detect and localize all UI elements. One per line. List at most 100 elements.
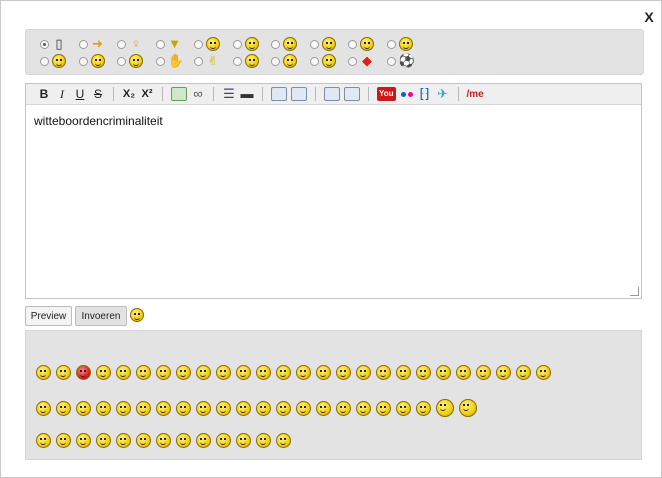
post-icon-option[interactable]: [271, 53, 310, 69]
smiley-icon[interactable]: [36, 365, 51, 380]
smiley-icon[interactable]: [116, 365, 131, 380]
post-icon-option[interactable]: [232, 53, 272, 69]
smiley-icon[interactable]: [176, 400, 191, 416]
smiley-icon[interactable]: [196, 400, 211, 416]
smiley-icon[interactable]: [76, 433, 91, 448]
quote-button[interactable]: [270, 86, 288, 102]
link-button[interactable]: ∞: [190, 86, 206, 102]
subscript-button[interactable]: X₂: [121, 86, 137, 102]
post-icon-option[interactable]: [309, 36, 349, 52]
radio-button[interactable]: [232, 56, 242, 66]
smiley-icon[interactable]: [236, 433, 251, 448]
post-icon-option[interactable]: ⚽: [386, 53, 426, 69]
smiley-icon[interactable]: [436, 399, 454, 417]
smiley-icon[interactable]: [136, 400, 151, 416]
smiley-icon[interactable]: [176, 365, 191, 380]
smiley-icon[interactable]: [396, 400, 411, 416]
smiley-icon[interactable]: [459, 399, 477, 417]
radio-button[interactable]: [386, 56, 396, 66]
smiley-icon[interactable]: [196, 365, 211, 380]
radio-button[interactable]: [309, 39, 319, 49]
smiley-icon[interactable]: [296, 400, 311, 416]
radio-button[interactable]: [117, 56, 126, 66]
smiley-icon[interactable]: [276, 400, 291, 416]
smiley-icon[interactable]: [336, 365, 351, 380]
post-icon-option[interactable]: [232, 36, 272, 52]
smiley-icon[interactable]: [36, 400, 51, 416]
radio-button[interactable]: [155, 56, 165, 66]
radio-button[interactable]: [194, 39, 203, 49]
superscript-button[interactable]: X²: [139, 86, 155, 102]
radio-button[interactable]: [309, 56, 319, 66]
strikethrough-button[interactable]: S: [90, 86, 106, 102]
smiley-icon[interactable]: [276, 365, 291, 380]
smiley-icon[interactable]: [376, 400, 391, 416]
smiley-icon[interactable]: [436, 365, 451, 380]
radio-button[interactable]: [271, 39, 280, 49]
me-button[interactable]: /me: [466, 86, 485, 102]
radio-button[interactable]: [117, 39, 126, 49]
radio-button[interactable]: [40, 56, 49, 66]
smiley-icon[interactable]: [416, 400, 431, 416]
embed-button[interactable]: ⁅⁆: [417, 86, 433, 102]
post-icon-option[interactable]: ✌: [194, 53, 233, 69]
post-icon-option[interactable]: [309, 53, 349, 69]
smiley-icon[interactable]: [36, 433, 51, 448]
smiley-icon[interactable]: [416, 365, 431, 380]
radio-button[interactable]: [271, 56, 280, 66]
smiley-icon[interactable]: [96, 433, 111, 448]
smiley-icon[interactable]: [396, 365, 411, 380]
smiley-icon[interactable]: [296, 365, 311, 380]
smiley-icon[interactable]: [156, 433, 171, 448]
post-icon-option[interactable]: ▼: [155, 36, 195, 52]
smiley-icon[interactable]: [256, 400, 271, 416]
post-icon-option[interactable]: ✋: [155, 53, 195, 69]
submit-button[interactable]: Invoeren: [75, 306, 127, 326]
radio-button[interactable]: [232, 39, 242, 49]
list-button[interactable]: ☰: [221, 86, 237, 102]
flickr-button[interactable]: [399, 86, 415, 102]
smiley-icon[interactable]: [316, 400, 331, 416]
smiley-icon[interactable]: [256, 365, 271, 380]
radio-button[interactable]: [155, 39, 165, 49]
post-icon-option[interactable]: [40, 53, 79, 69]
post-icon-option[interactable]: ➜: [78, 36, 118, 52]
smiley-icon[interactable]: [216, 365, 231, 380]
close-button[interactable]: X: [640, 6, 658, 28]
smiley-icon[interactable]: [216, 433, 231, 448]
post-icon-option[interactable]: ▯: [40, 36, 79, 52]
underline-button[interactable]: U: [72, 86, 88, 102]
message-textarea[interactable]: witteboordencriminaliteit: [34, 114, 163, 128]
radio-button[interactable]: [348, 56, 357, 66]
smiley-icon[interactable]: [336, 400, 351, 416]
youtube-button[interactable]: You: [376, 86, 397, 102]
twitter-button[interactable]: ✈: [435, 86, 451, 102]
smiley-icon[interactable]: [76, 400, 91, 416]
post-icon-option[interactable]: ♀: [117, 36, 156, 52]
preview-button[interactable]: Preview: [25, 306, 72, 326]
smiley-icon[interactable]: [376, 365, 391, 380]
italic-button[interactable]: I: [54, 86, 70, 102]
radio-button[interactable]: [194, 56, 203, 66]
smiley-icon[interactable]: [516, 365, 531, 380]
smiley-icon[interactable]: [96, 365, 111, 380]
post-icon-option[interactable]: ◆: [348, 53, 387, 69]
post-icon-option[interactable]: [78, 53, 118, 69]
smiley-icon[interactable]: [56, 365, 71, 380]
bold-button[interactable]: B: [36, 86, 52, 102]
smiley-icon[interactable]: [316, 365, 331, 380]
edit-button[interactable]: [323, 86, 341, 102]
smiley-icon[interactable]: [216, 400, 231, 416]
radio-button[interactable]: [40, 39, 49, 49]
smiley-icon[interactable]: [276, 433, 291, 448]
smiley-icon[interactable]: [56, 400, 71, 416]
radio-button[interactable]: [348, 39, 357, 49]
help-button[interactable]: [343, 86, 361, 102]
smiley-icon[interactable]: [256, 433, 271, 448]
radio-button[interactable]: [386, 39, 396, 49]
post-icon-option[interactable]: [386, 36, 426, 52]
radio-button[interactable]: [78, 56, 88, 66]
smiley-icon[interactable]: [116, 433, 131, 448]
smiley-icon[interactable]: [156, 365, 171, 380]
smiley-icon[interactable]: [136, 365, 151, 380]
